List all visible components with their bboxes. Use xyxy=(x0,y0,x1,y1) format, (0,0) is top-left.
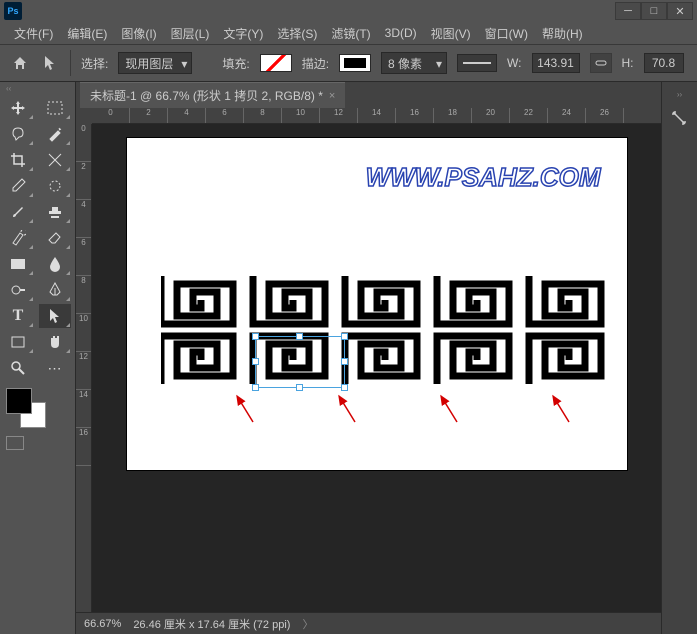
move-tool[interactable] xyxy=(2,96,34,120)
menu-select[interactable]: 选择(S) xyxy=(271,23,323,44)
zoom-level[interactable]: 66.67% xyxy=(84,618,121,630)
menu-view[interactable]: 视图(V) xyxy=(425,23,477,44)
foreground-color[interactable] xyxy=(6,388,32,414)
path-selection-tool[interactable] xyxy=(39,304,71,328)
shape-tool[interactable] xyxy=(2,330,34,354)
slice-tool[interactable] xyxy=(39,148,71,172)
stroke-label: 描边: xyxy=(302,55,329,72)
toolbox: ‹‹ T ⋯ xyxy=(0,82,76,634)
greek-pattern xyxy=(161,276,625,388)
magic-wand-tool[interactable] xyxy=(39,122,71,146)
close-icon[interactable]: × xyxy=(329,90,335,102)
stroke-size-dropdown[interactable]: 8 像素▾ xyxy=(381,52,447,74)
type-tool[interactable]: T xyxy=(2,304,34,328)
marquee-tool[interactable] xyxy=(39,96,71,120)
dodge-tool[interactable] xyxy=(2,278,34,302)
spot-heal-tool[interactable] xyxy=(39,174,71,198)
ruler-horizontal[interactable]: 02468101214161820222426 xyxy=(92,108,661,124)
quick-mask-toggle[interactable] xyxy=(6,436,69,450)
link-wh-icon[interactable] xyxy=(590,53,612,73)
menubar: 文件(F) 编辑(E) 图像(I) 图层(L) 文字(Y) 选择(S) 滤镜(T… xyxy=(0,22,697,44)
fill-swatch[interactable] xyxy=(260,54,292,72)
height-label: H: xyxy=(622,56,634,70)
status-bar: 66.67% 26.46 厘米 x 17.64 厘米 (72 ppi) 〉 xyxy=(76,612,661,634)
document-tabs: 未标题-1 @ 66.7% (形状 1 拷贝 2, RGB/8) * × xyxy=(76,82,661,108)
canvas[interactable]: WWW.PSAHZ.COM xyxy=(127,138,627,470)
eraser-tool[interactable] xyxy=(39,226,71,250)
clone-stamp-tool[interactable] xyxy=(39,200,71,224)
width-input[interactable] xyxy=(532,53,580,73)
menu-edit[interactable]: 编辑(E) xyxy=(61,23,113,44)
ruler-origin[interactable] xyxy=(76,108,92,124)
blur-tool[interactable] xyxy=(39,252,71,276)
edit-toolbar[interactable]: ⋯ xyxy=(39,356,71,380)
fill-label: 填充: xyxy=(222,55,249,72)
titlebar: Ps ─ □ ✕ xyxy=(0,0,697,22)
menu-3d[interactable]: 3D(D) xyxy=(379,24,423,42)
panel-collapse-icon[interactable]: ‹‹ xyxy=(6,84,11,93)
chevron-right-icon[interactable]: 〉 xyxy=(302,616,313,632)
height-input[interactable] xyxy=(644,53,684,73)
eyedropper-tool[interactable] xyxy=(2,174,34,198)
zoom-tool[interactable] xyxy=(2,356,34,380)
menu-type[interactable]: 文字(Y) xyxy=(217,23,269,44)
panel-expand-icon[interactable]: ›› xyxy=(677,90,682,99)
menu-help[interactable]: 帮助(H) xyxy=(536,23,589,44)
close-button[interactable]: ✕ xyxy=(667,2,693,20)
crop-tool[interactable] xyxy=(2,148,34,172)
gradient-tool[interactable] xyxy=(2,252,34,276)
minimize-button[interactable]: ─ xyxy=(615,2,641,20)
select-label: 选择: xyxy=(81,55,108,72)
watermark-text: WWW.PSAHZ.COM xyxy=(366,162,601,193)
brush-tool[interactable] xyxy=(2,200,34,224)
menu-filter[interactable]: 滤镜(T) xyxy=(325,23,376,44)
path-select-icon[interactable] xyxy=(40,53,60,73)
maximize-button[interactable]: □ xyxy=(641,2,667,20)
width-label: W: xyxy=(507,56,521,70)
menu-file[interactable]: 文件(F) xyxy=(8,23,59,44)
pen-tool[interactable] xyxy=(39,278,71,302)
doc-info[interactable]: 26.46 厘米 x 17.64 厘米 (72 ppi) xyxy=(133,616,290,632)
select-layer-dropdown[interactable]: 现用图层 ▾ xyxy=(118,52,192,74)
menu-image[interactable]: 图像(I) xyxy=(115,23,162,44)
stroke-style-dropdown[interactable] xyxy=(457,54,497,72)
annotation-arrows xyxy=(127,390,627,430)
ruler-vertical[interactable]: 0246810121416 xyxy=(76,124,92,612)
right-panel-dock: ›› xyxy=(661,82,697,634)
color-swatches[interactable] xyxy=(6,388,46,428)
options-bar: 选择: 现用图层 ▾ 填充: 描边: 8 像素▾ W: H: xyxy=(0,44,697,82)
home-icon[interactable] xyxy=(10,53,30,73)
lasso-tool[interactable] xyxy=(2,122,34,146)
hand-tool[interactable] xyxy=(39,330,71,354)
properties-panel-icon[interactable] xyxy=(668,107,692,131)
stroke-color-swatch[interactable] xyxy=(339,54,371,72)
app-logo: Ps xyxy=(4,2,22,20)
history-brush-tool[interactable] xyxy=(2,226,34,250)
document-title: 未标题-1 @ 66.7% (形状 1 拷贝 2, RGB/8) * xyxy=(90,87,323,104)
menu-layer[interactable]: 图层(L) xyxy=(165,23,216,44)
document-tab[interactable]: 未标题-1 @ 66.7% (形状 1 拷贝 2, RGB/8) * × xyxy=(80,82,345,108)
menu-window[interactable]: 窗口(W) xyxy=(479,23,534,44)
